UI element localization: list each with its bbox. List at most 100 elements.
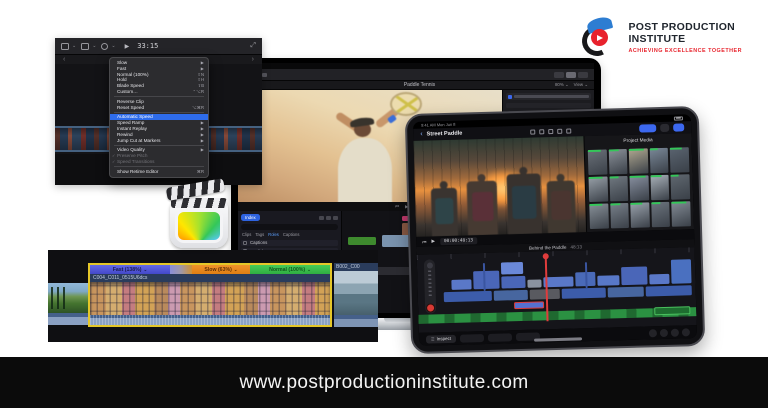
index-icon[interactable] <box>319 216 324 220</box>
index-tab-tags[interactable]: Tags <box>255 232 264 237</box>
menu-separator <box>114 112 204 113</box>
menu-separator <box>114 145 204 146</box>
menu-item-show-retime-editor[interactable]: Show Retime Editor⌘R <box>110 169 208 175</box>
timeline-clip[interactable] <box>451 279 471 290</box>
bottom-tool-pill[interactable] <box>488 333 512 342</box>
viewer-view-menu[interactable]: View ⌄ <box>574 82 588 88</box>
tool-icon[interactable] <box>566 128 571 133</box>
inspector-row[interactable] <box>506 103 591 109</box>
timeline-clip[interactable] <box>562 288 606 299</box>
checkbox-icon[interactable] <box>243 241 247 245</box>
bottom-icon[interactable] <box>671 328 679 336</box>
jog-top-button[interactable] <box>426 262 432 268</box>
media-thumbnail[interactable] <box>588 150 607 176</box>
inspect-button[interactable]: ☰ Inspect <box>426 334 456 343</box>
timeline-clip[interactable] <box>621 266 647 285</box>
timeline-clip[interactable] <box>473 271 499 290</box>
media-thumbnail[interactable] <box>650 175 669 201</box>
timeline-clip[interactable] <box>646 285 692 296</box>
fullscreen-icon[interactable]: ⤢ <box>250 42 256 50</box>
back-chevron-icon[interactable]: ‹ <box>420 130 423 140</box>
bottom-icon[interactable] <box>649 329 657 337</box>
media-thumbnail[interactable] <box>589 204 608 230</box>
duration-progress-bar <box>589 177 603 179</box>
bottom-icon[interactable] <box>660 328 668 336</box>
import-button[interactable] <box>639 124 656 132</box>
ipad-timeline[interactable] <box>417 247 697 333</box>
view-button[interactable] <box>554 72 564 78</box>
speed-segment-fast[interactable]: Fast (138%) ⌄ <box>90 265 170 274</box>
menu-separator <box>114 96 204 97</box>
index-tab-roles[interactable]: Roles <box>268 232 279 237</box>
prev-frame-icon[interactable]: ‹ <box>63 56 65 64</box>
timeline-clip[interactable] <box>348 237 376 245</box>
bottom-icon[interactable] <box>682 328 690 336</box>
speed-segment-normal[interactable]: Normal (100%) ⌄ <box>250 265 330 274</box>
retime-tool-icon[interactable] <box>101 43 108 50</box>
timeline-clip[interactable] <box>501 262 523 275</box>
media-thumbnail[interactable] <box>608 149 627 175</box>
index-icon[interactable] <box>326 216 331 220</box>
media-thumbnail[interactable] <box>629 148 648 174</box>
tool-icon[interactable] <box>557 128 562 133</box>
media-thumbnail[interactable] <box>610 203 629 229</box>
tool-icon[interactable] <box>539 129 544 134</box>
media-thumbnail[interactable] <box>630 175 649 201</box>
media-thumbnail[interactable] <box>671 174 690 200</box>
toolbar-icon[interactable] <box>262 73 267 77</box>
view-button-active[interactable] <box>566 72 576 78</box>
search-input[interactable] <box>241 224 338 230</box>
timeline-clip[interactable] <box>483 263 486 291</box>
share-button[interactable] <box>673 123 684 131</box>
timeline-clip[interactable] <box>585 262 588 288</box>
timeline-clip[interactable] <box>527 279 541 287</box>
timeline-clip[interactable] <box>671 259 692 284</box>
timeline-clip[interactable] <box>608 287 644 298</box>
menu-item-custom[interactable]: Custom…⌃⌥R <box>110 89 208 95</box>
menu-item-speed-transitions[interactable]: ✓Speed Transitions <box>110 159 208 165</box>
timeline-clip[interactable] <box>543 277 573 288</box>
index-tab-captions[interactable]: Captions <box>283 232 300 237</box>
speed-transition[interactable] <box>170 265 192 274</box>
media-thumbnail[interactable] <box>672 201 691 227</box>
effects-tool-icon[interactable] <box>81 43 89 50</box>
play-icon[interactable]: ▶ <box>125 43 130 50</box>
crop-tool-icon[interactable] <box>61 43 69 50</box>
record-voiceover-button[interactable] <box>426 303 435 312</box>
next-clip[interactable]: B002_C00 <box>334 263 378 327</box>
media-thumbnail[interactable] <box>609 176 628 202</box>
timeline-clip[interactable] <box>649 274 669 285</box>
bottom-tool-pill[interactable] <box>460 334 484 343</box>
menu-item-reset-speed[interactable]: Reset Speed⌥⌘R <box>110 105 208 111</box>
media-button[interactable] <box>660 124 669 132</box>
index-row-captions[interactable]: Captions <box>241 240 338 246</box>
media-thumbnail[interactable] <box>650 148 669 174</box>
media-thumbnail[interactable] <box>651 202 670 228</box>
index-icon[interactable] <box>333 216 338 220</box>
play-icon[interactable]: ▶ <box>431 238 435 244</box>
media-thumbnail[interactable] <box>589 177 608 203</box>
index-button[interactable]: Index <box>241 214 260 221</box>
website-url: www.postproductioninstitute.com <box>239 372 528 394</box>
viewer-zoom-menu[interactable]: 80% ⌄ <box>555 82 569 88</box>
timeline-clip[interactable] <box>501 276 525 289</box>
tool-icon[interactable] <box>530 129 535 134</box>
timeline-clip[interactable] <box>597 275 619 286</box>
speed-segment-slow[interactable]: Slow (63%) ⌄ <box>192 265 250 274</box>
media-thumbnail[interactable] <box>670 147 689 173</box>
index-tab-clips[interactable]: Clips <box>242 232 251 237</box>
timeline-clip[interactable] <box>444 291 492 302</box>
timeline-clip[interactable] <box>494 290 528 301</box>
duration-progress-bar <box>671 175 678 177</box>
jog-wheel[interactable] <box>424 259 437 313</box>
next-frame-icon[interactable]: › <box>252 56 254 64</box>
timeline-clip[interactable] <box>514 301 544 309</box>
skip-back-icon[interactable]: ⏮ <box>422 239 426 244</box>
tool-icon[interactable] <box>548 129 553 134</box>
home-indicator[interactable] <box>534 337 582 341</box>
selected-clip[interactable]: Fast (138%) ⌄ Slow (63%) ⌄ Normal (100%)… <box>88 263 332 327</box>
view-button[interactable] <box>578 72 588 78</box>
menu-item-jump-cut-at-markers[interactable]: Jump Cut at Markers▶ <box>110 138 208 144</box>
skip-back-icon[interactable]: ⏮ <box>395 204 399 209</box>
media-thumbnail[interactable] <box>630 202 649 228</box>
